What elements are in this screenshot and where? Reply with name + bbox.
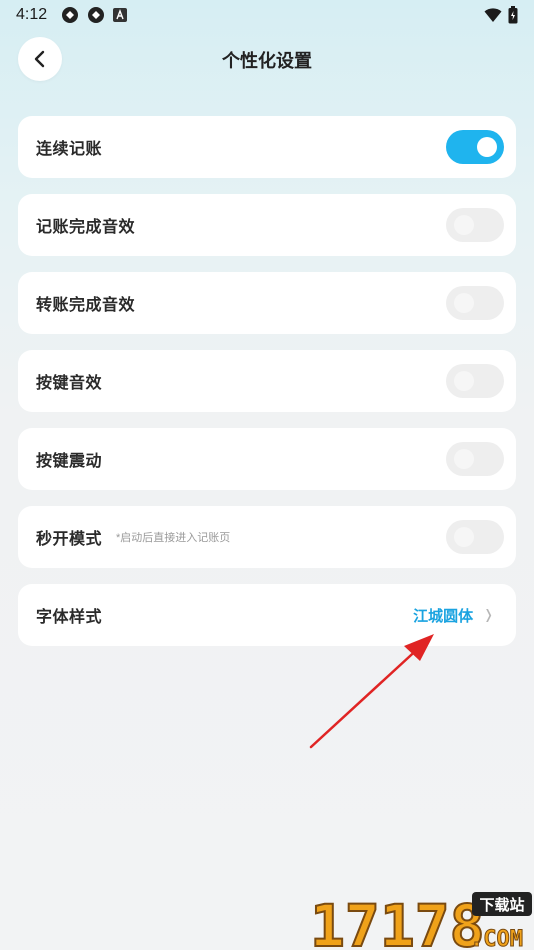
sync-icon <box>88 7 105 23</box>
continuous-bookkeeping-toggle[interactable] <box>446 130 504 164</box>
toggle-knob <box>454 527 474 547</box>
battery-icon <box>508 6 518 24</box>
setting-label: 记账完成音效 <box>36 219 136 236</box>
setting-label: 连续记账 <box>36 141 103 158</box>
transfer-complete-sound-toggle[interactable] <box>446 286 504 320</box>
watermark-digits: 17178 <box>310 892 485 950</box>
setting-key-sound: 按键音效 <box>18 350 516 412</box>
toggle-knob <box>454 371 474 391</box>
setting-transfer-complete-sound: 转账完成音效 <box>18 272 516 334</box>
setting-record-complete-sound: 记账完成音效 <box>18 194 516 256</box>
status-bar: 4:12 <box>0 0 534 30</box>
toggle-knob <box>477 137 497 157</box>
watermark: 17178 下载站 .COM <box>309 886 534 950</box>
setting-key-vibration: 按键震动 <box>18 428 516 490</box>
setting-continuous-bookkeeping: 连续记账 <box>18 116 516 178</box>
setting-label: 转账完成音效 <box>36 297 136 314</box>
status-icons-right <box>484 6 518 24</box>
status-time: 4:12 <box>16 6 48 23</box>
annotation-arrow <box>309 634 434 749</box>
watermark-badge: 下载站 <box>479 896 524 914</box>
settings-list: 连续记账 记账完成音效 转账完成音效 按键音效 按键震动 秒开模式 *启动后直接… <box>18 116 516 662</box>
toggle-knob <box>454 449 474 469</box>
wifi-icon <box>484 8 502 22</box>
font-style-value: 江城圆体 <box>413 607 474 625</box>
toggle-knob <box>454 293 474 313</box>
toggle-knob <box>454 215 474 235</box>
key-sound-toggle[interactable] <box>446 364 504 398</box>
setting-hint: *启动后直接进入记账页 <box>116 532 231 544</box>
watermark-suffix: .COM <box>470 927 523 950</box>
status-icons-left <box>61 6 128 24</box>
sync-icon <box>62 7 79 23</box>
page-title: 个性化设置 <box>222 51 312 71</box>
setting-instant-open-mode: 秒开模式 *启动后直接进入记账页 <box>18 506 516 568</box>
instant-open-mode-toggle[interactable] <box>446 520 504 554</box>
setting-label: 字体样式 <box>36 609 103 626</box>
key-vibration-toggle[interactable] <box>446 442 504 476</box>
record-complete-sound-toggle[interactable] <box>446 208 504 242</box>
a-icon <box>113 8 128 22</box>
setting-label: 按键震动 <box>36 453 103 470</box>
setting-label: 秒开模式 <box>36 531 103 548</box>
chevron-right-icon: ❭ <box>483 607 494 622</box>
setting-label: 按键音效 <box>36 375 103 392</box>
